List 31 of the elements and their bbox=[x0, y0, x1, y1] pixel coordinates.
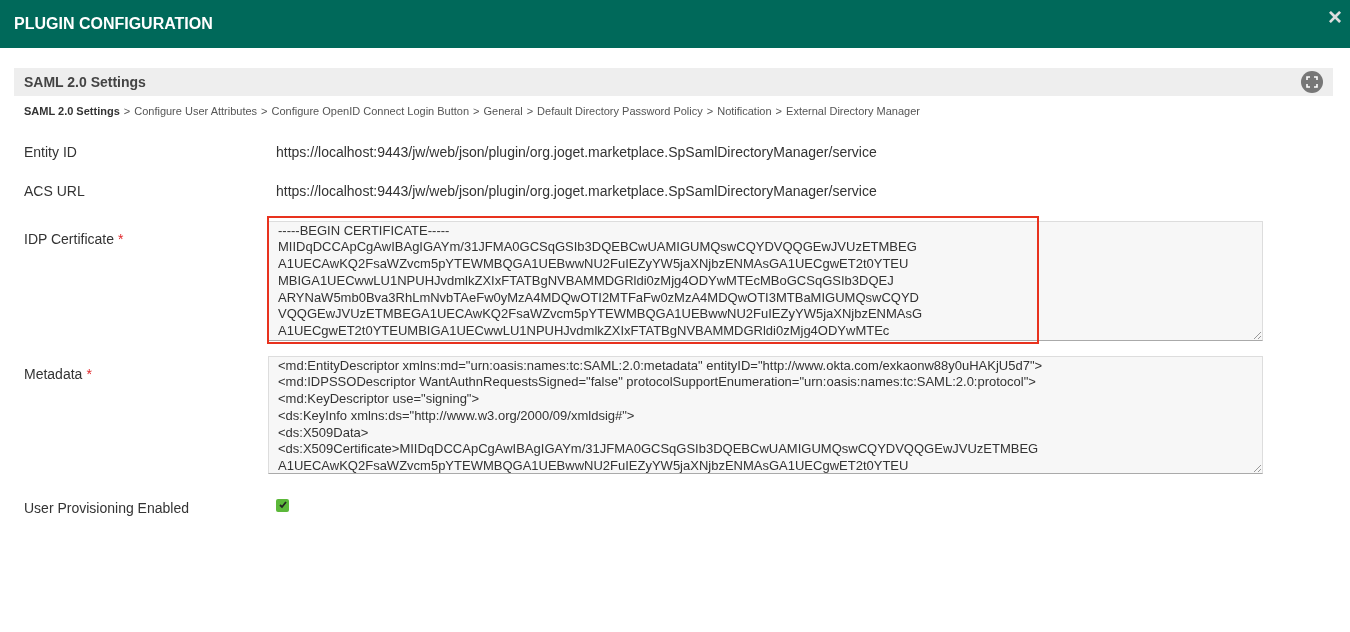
field-label: User Provisioning Enabled bbox=[24, 498, 190, 518]
breadcrumb-step[interactable]: Configure User Attributes bbox=[134, 103, 258, 120]
breadcrumb-separator: > bbox=[526, 104, 534, 119]
field-label: ACS URL bbox=[24, 181, 86, 201]
section-title: SAML 2.0 Settings bbox=[24, 72, 146, 92]
field-value: https://localhost:9443/jw/web/json/plugin/org.joget.marketplace.SpSamlDirectoryManager/service bbox=[276, 181, 877, 201]
breadcrumb-step[interactable]: General bbox=[483, 103, 523, 120]
field-value: https://localhost:9443/jw/web/json/plugin/org.joget.marketplace.SpSamlDirectoryManager/service bbox=[276, 142, 877, 162]
close-button[interactable]: × bbox=[1328, 5, 1342, 29]
field-label: Metadata bbox=[24, 365, 83, 382]
required-mark: * bbox=[86, 365, 92, 382]
field-label: IDP Certificate bbox=[24, 230, 114, 247]
resize-handle-icon[interactable] bbox=[1253, 330, 1261, 339]
checkbox[interactable] bbox=[276, 498, 289, 512]
breadcrumb-separator: > bbox=[473, 104, 480, 119]
breadcrumb-separator: > bbox=[775, 104, 783, 119]
breadcrumb-step[interactable]: External Directory Manager bbox=[786, 103, 920, 120]
breadcrumb-separator: > bbox=[261, 104, 268, 119]
breadcrumb-step[interactable]: Default Directory Password Policy bbox=[537, 103, 703, 120]
fullscreen-icon[interactable] bbox=[1301, 71, 1323, 93]
dialog-title: PLUGIN CONFIGURATION bbox=[14, 14, 213, 34]
breadcrumb-step[interactable]: SAML 2.0 Settings bbox=[24, 103, 120, 120]
breadcrumb-step[interactable]: Configure OpenID Connect Login Button bbox=[271, 103, 470, 120]
field-label: Entity ID bbox=[24, 142, 78, 162]
breadcrumb-separator: > bbox=[706, 104, 714, 119]
resize-handle-icon[interactable] bbox=[1253, 463, 1261, 472]
text-area[interactable]: -----BEGIN CERTIFICATE----- MIIDqDCCApCgAwIBAgIGAYm/31JFMA0GCSqGSIb3DQEBCwUAMIGUMQswCQYDVQQGEwJVUzETMBEG A1UECAwKQ2FsaWZvcm5pYTEWMBQGA1UEBwwNU2FuIEZyYW5jaXNjbzENMAsGA1UECgwET2t0YTEU MBIGA1UECwwLU1NPUHJvdmlkZXIxFTATBgNVBAMMDGRldi0zMjg4ODYwMTEcMBoGCSqGSIb3DQEJ ARYNaW5mb0Bva3RhLmNvbTAeFw0yMzA4MDQwOTI2MTFaFw0zMzA4MDQwOTI3MTBaMIGUMQswCQYD VQQGEwJVUzETMBEGA1UECAwKQ2FsaWZvcm5pYTEWMBQGA1UEBwwNU2FuIEZyYW5jaXNjbzENMAsG A1UECgwET2t0YTEUMBIGA1UECwwLU1NPUHJvdmlkZXIxFTATBgNVBAMMDGRldi0zMjg4ODYwMTEc bbox=[268, 220, 1263, 341]
required-mark: * bbox=[118, 230, 124, 247]
breadcrumb-separator: > bbox=[123, 104, 131, 119]
breadcrumb-step[interactable]: Notification bbox=[717, 103, 772, 120]
text-area[interactable]: <md:EntityDescriptor xmlns:md="urn:oasis:names:tc:SAML:2.0:metadata" entityID="http://www.okta.com/exkaonw88y0uHAKjU5d7"> <md:IDPSSODescriptor WantAuthnRequestsSigned="false" protocolSupportEnumeration="urn:oasis:names:tc:SAML:2.0:protocol"> <md:KeyDescriptor use="signing"> <ds:KeyInfo xmlns:ds="http://www.w3.org/2000/09/xmldsig#"> <ds:X509Data> <ds:X509Certificate>MIIDqDCCApCgAwIBAgIGAYm/31JFMA0GCSqGSIb3DQEBCwUAMIGUMQswCQYDVQQGEwJVUzETMBEG A1UECAwKQ2FsaWZvcm5pYTEWMBQGA1UEBwwNU2FuIEZyYW5jaXNjbzENMAsGA1UECgwET2t0YTEU bbox=[268, 355, 1263, 474]
